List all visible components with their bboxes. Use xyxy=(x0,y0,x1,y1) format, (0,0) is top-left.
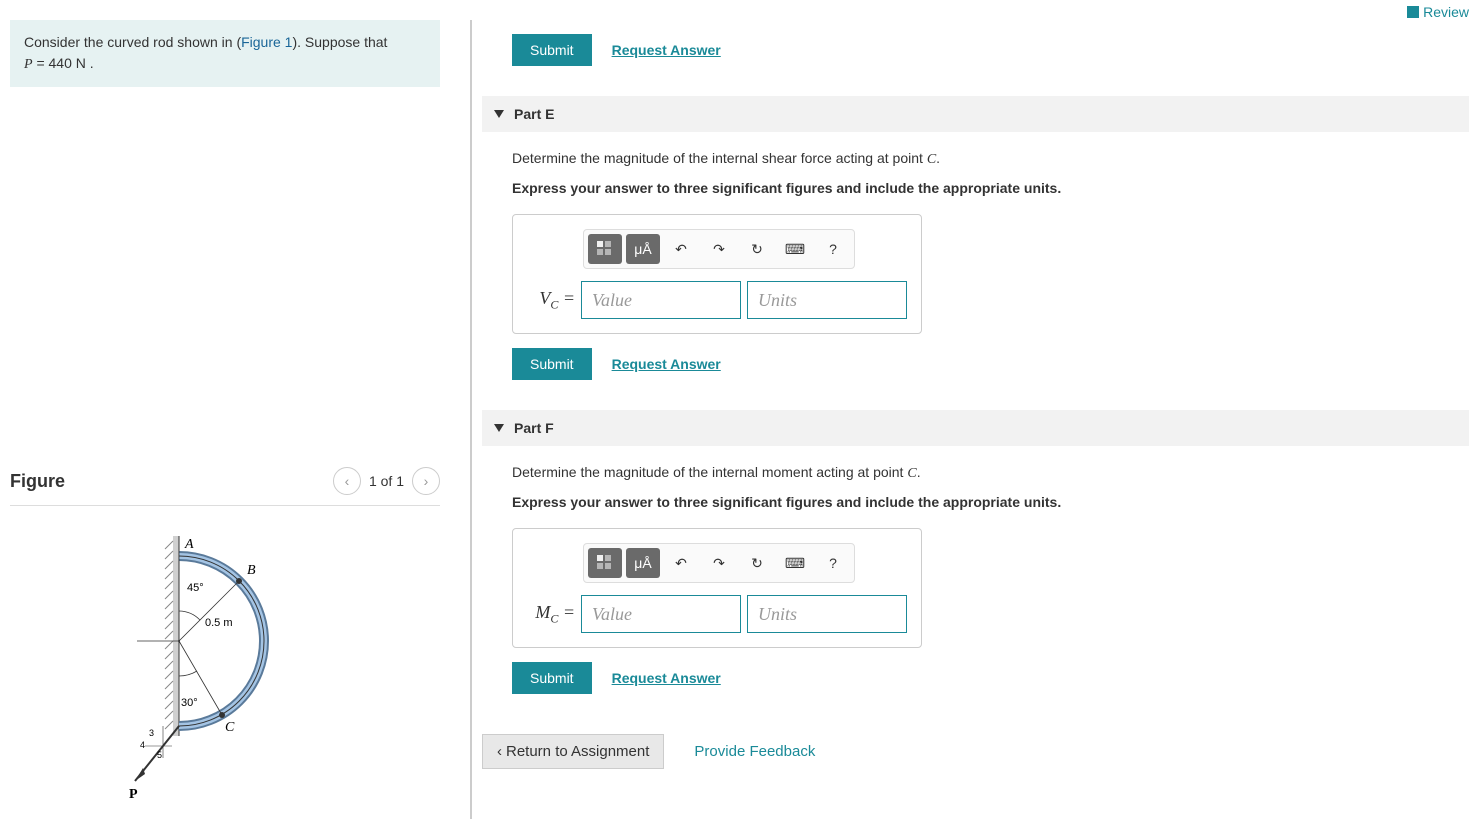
provide-feedback-link[interactable]: Provide Feedback xyxy=(694,743,815,760)
collapse-icon xyxy=(494,424,504,432)
figure-counter: 1 of 1 xyxy=(369,473,404,489)
part-e-prompt: Determine the magnitude of the internal … xyxy=(512,150,1469,168)
part-e-instruction: Express your answer to three significant… xyxy=(512,180,1469,196)
submit-button-f[interactable]: Submit xyxy=(512,662,592,694)
submit-button-top[interactable]: Submit xyxy=(512,34,592,66)
value-input-e[interactable] xyxy=(581,281,741,319)
part-e-header[interactable]: Part E xyxy=(482,96,1469,132)
part-e-title: Part E xyxy=(514,106,554,122)
units-input-f[interactable] xyxy=(747,595,907,633)
svg-text:5: 5 xyxy=(157,750,162,760)
chevron-left-icon: ‹ xyxy=(497,743,502,760)
reset-icon[interactable]: ↻ xyxy=(740,234,774,264)
svg-text:P: P xyxy=(129,787,138,802)
part-e-answer-box: μÅ ↶ ↷ ↻ ⌨ ? VC = xyxy=(512,214,922,334)
review-link[interactable]: Review xyxy=(0,0,1479,20)
part-f-header[interactable]: Part F xyxy=(482,410,1469,446)
help-icon[interactable]: ? xyxy=(816,548,850,578)
svg-text:C: C xyxy=(225,720,235,735)
svg-text:4: 4 xyxy=(140,740,145,750)
units-symbol-icon[interactable]: μÅ xyxy=(626,548,660,578)
flag-icon xyxy=(1407,6,1419,18)
variable-label-mc: MC = xyxy=(527,602,575,627)
p-value: = 440 N . xyxy=(33,55,94,71)
request-answer-link-f[interactable]: Request Answer xyxy=(612,670,721,686)
units-input-e[interactable] xyxy=(747,281,907,319)
figure-diagram: A B C P 45° 30° 0.5 m 3 4 5 xyxy=(10,526,440,819)
help-icon[interactable]: ? xyxy=(816,234,850,264)
reset-icon[interactable]: ↻ xyxy=(740,548,774,578)
svg-text:A: A xyxy=(184,537,194,552)
collapse-icon xyxy=(494,110,504,118)
part-f-prompt: Determine the magnitude of the internal … xyxy=(512,464,1469,482)
return-label: Return to Assignment xyxy=(506,743,649,760)
problem-text2: ). Suppose that xyxy=(292,34,387,50)
variable-p: P xyxy=(24,57,33,72)
svg-text:B: B xyxy=(247,563,256,578)
figure-heading: Figure xyxy=(10,471,65,492)
part-f-answer-box: μÅ ↶ ↷ ↻ ⌨ ? MC = xyxy=(512,528,922,648)
svg-text:45°: 45° xyxy=(187,582,204,594)
part-f-title: Part F xyxy=(514,420,554,436)
svg-text:3: 3 xyxy=(149,728,154,738)
template-icon[interactable] xyxy=(588,548,622,578)
submit-button-e[interactable]: Submit xyxy=(512,348,592,380)
svg-text:0.5 m: 0.5 m xyxy=(205,617,233,629)
template-icon[interactable] xyxy=(588,234,622,264)
value-input-f[interactable] xyxy=(581,595,741,633)
problem-statement: Consider the curved rod shown in (Figure… xyxy=(10,20,440,87)
request-answer-link-e[interactable]: Request Answer xyxy=(612,356,721,372)
figure-link[interactable]: Figure 1 xyxy=(241,34,292,50)
figure-prev-button[interactable]: ‹ xyxy=(333,467,361,495)
svg-text:30°: 30° xyxy=(181,697,198,709)
keyboard-icon[interactable]: ⌨ xyxy=(778,234,812,264)
return-to-assignment-button[interactable]: ‹ Return to Assignment xyxy=(482,734,664,769)
redo-icon[interactable]: ↷ xyxy=(702,234,736,264)
problem-text: Consider the curved rod shown in ( xyxy=(24,34,241,50)
units-symbol-icon[interactable]: μÅ xyxy=(626,234,660,264)
figure-next-button[interactable]: › xyxy=(412,467,440,495)
redo-icon[interactable]: ↷ xyxy=(702,548,736,578)
part-f-instruction: Express your answer to three significant… xyxy=(512,494,1469,510)
review-text: Review xyxy=(1423,4,1469,20)
keyboard-icon[interactable]: ⌨ xyxy=(778,548,812,578)
undo-icon[interactable]: ↶ xyxy=(664,234,698,264)
request-answer-link-top[interactable]: Request Answer xyxy=(612,42,721,58)
undo-icon[interactable]: ↶ xyxy=(664,548,698,578)
variable-label-vc: VC = xyxy=(527,288,575,313)
